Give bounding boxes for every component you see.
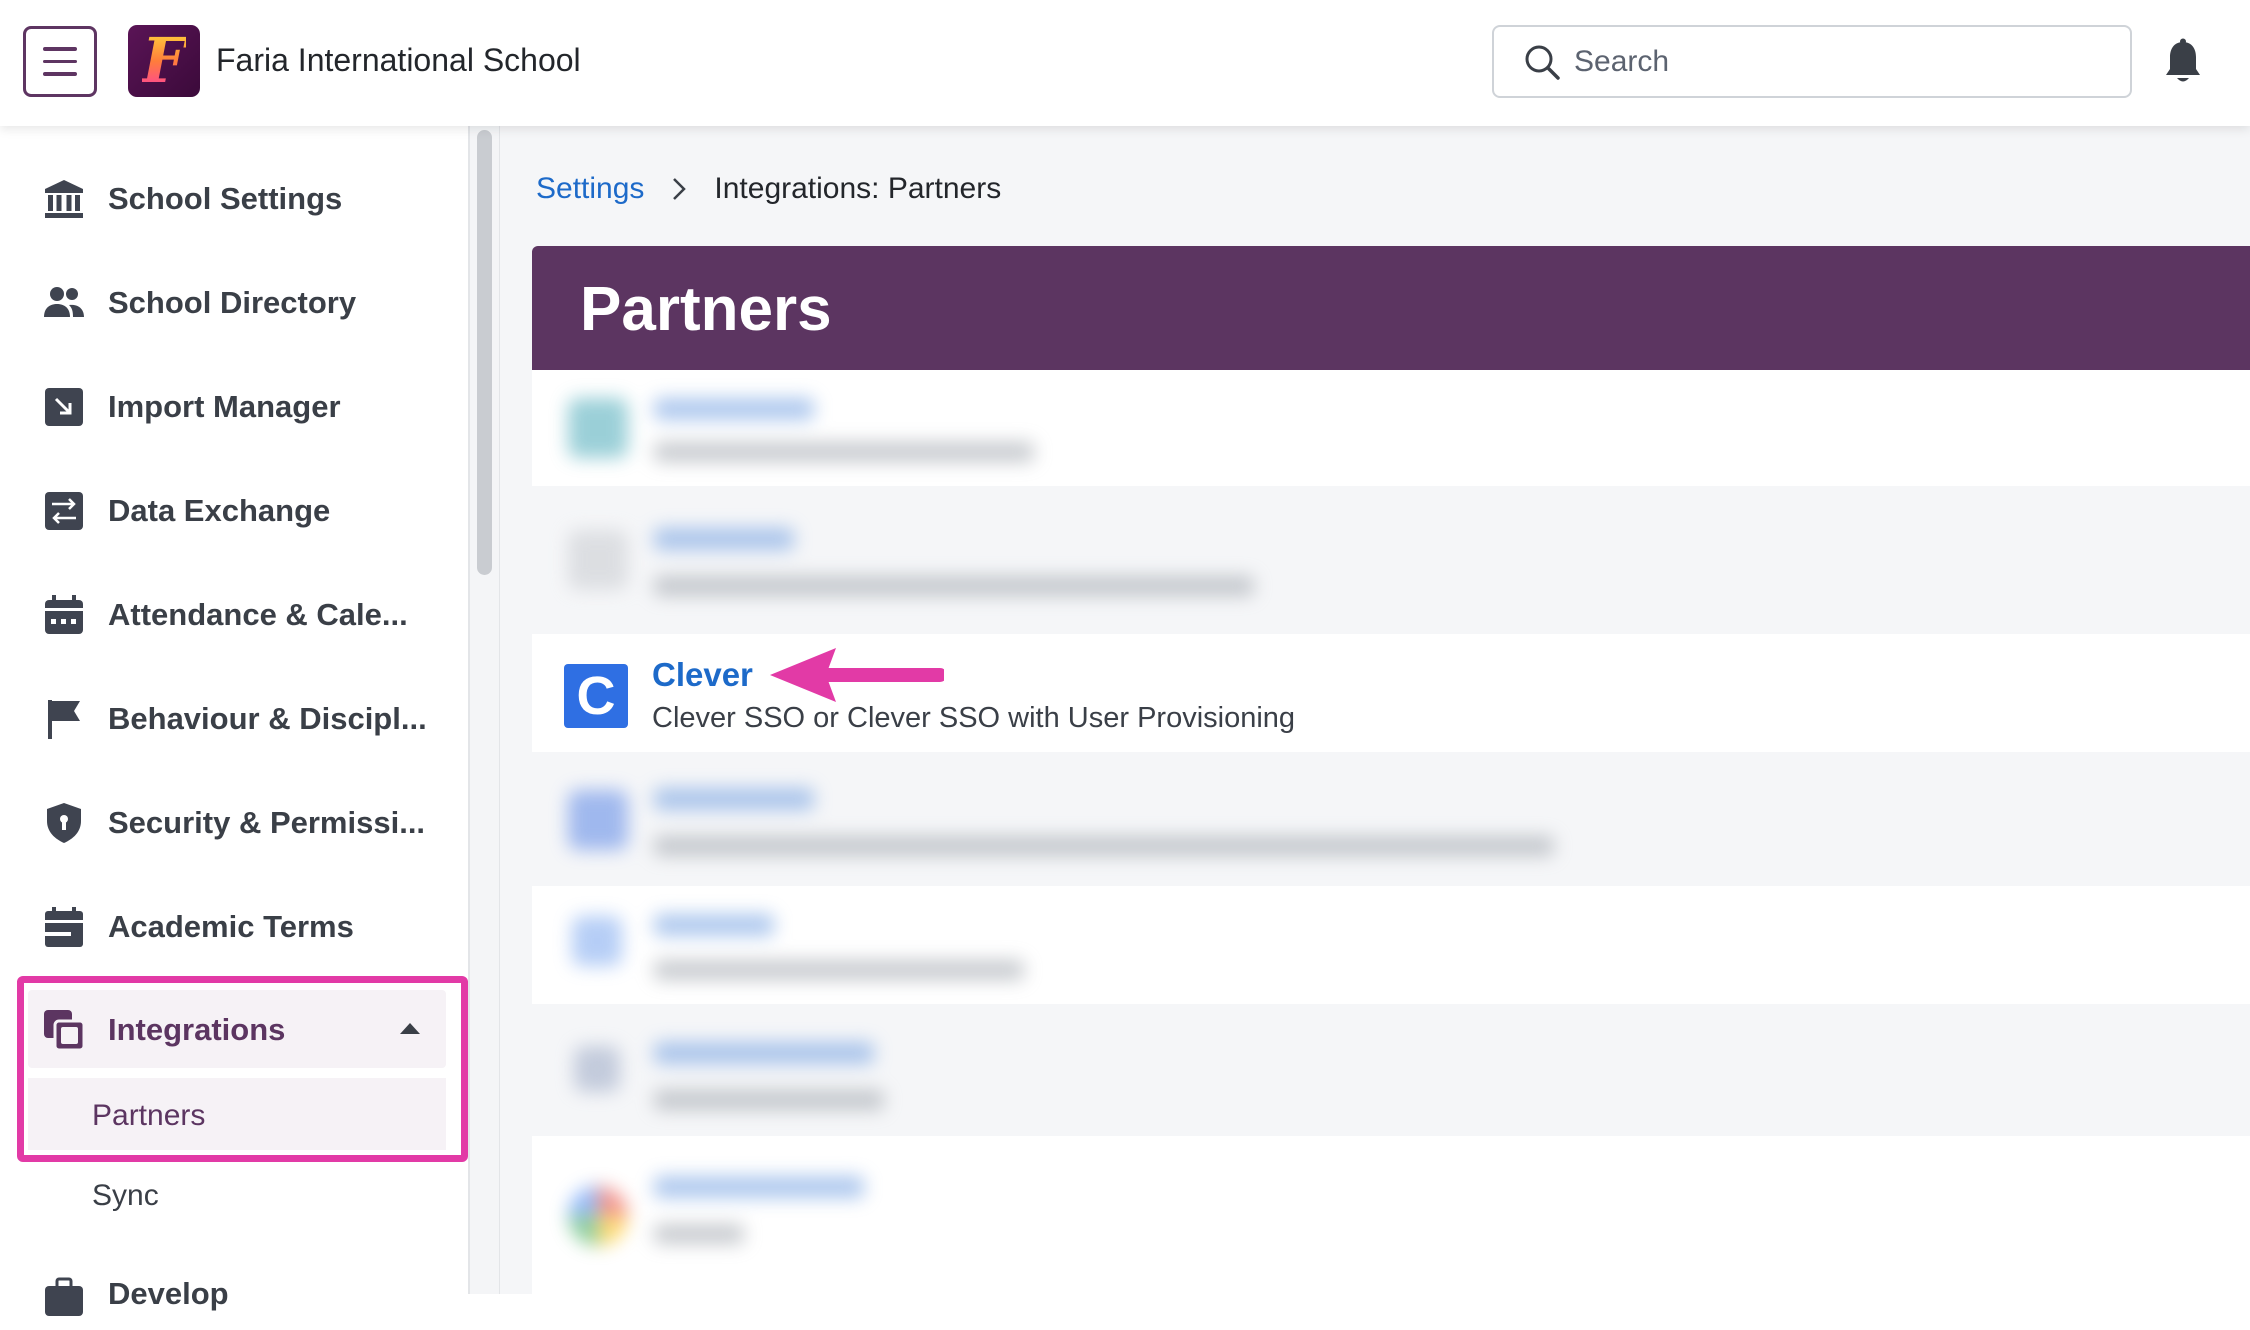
list-item[interactable] [532, 752, 2250, 886]
sidebar-item-attendance-calendar[interactable]: Attendance & Cale... [0, 575, 470, 655]
school-logo[interactable]: F [128, 25, 200, 97]
page-title: Partners [580, 275, 832, 344]
blurred-partner-desc [654, 1090, 884, 1110]
blurred-partner-desc [654, 836, 1554, 856]
blurred-partner-desc [654, 1224, 744, 1244]
hamburger-menu-button[interactable] [23, 26, 97, 97]
blurred-partner-icon [572, 916, 622, 966]
bank-icon [45, 180, 83, 218]
blurred-partner-icon [574, 1046, 620, 1092]
hamburger-icon-line [43, 59, 77, 64]
sidebar-scrollbar-thumb[interactable] [477, 130, 492, 575]
chevron-right-icon [673, 178, 687, 200]
search-input[interactable] [1574, 44, 2094, 79]
blurred-partner-desc [654, 960, 1024, 980]
blurred-partner-name [654, 1176, 864, 1198]
sidebar-item-label: Behaviour & Discipl... [108, 701, 427, 736]
flag-icon [48, 700, 80, 739]
blurred-partner-name [654, 1042, 874, 1064]
sidebar-item-school-directory[interactable]: School Directory [0, 263, 470, 343]
list-item[interactable] [532, 1004, 2250, 1136]
sidebar-item-behaviour-discipline[interactable]: Behaviour & Discipl... [0, 679, 470, 759]
top-bar: F Faria International School [0, 0, 2250, 126]
import-icon [45, 388, 83, 426]
sidebar-item-label: Academic Terms [108, 909, 354, 944]
blurred-partner-icon [568, 1186, 628, 1246]
highlight-annotation-box [17, 976, 468, 1162]
blurred-partner-desc [654, 576, 1254, 596]
logo-letter: F [141, 24, 187, 97]
breadcrumb: Settings Integrations: Partners [536, 172, 1001, 206]
blurred-partner-icon [568, 790, 628, 850]
clever-partner-description: Clever SSO or Clever SSO with User Provi… [652, 702, 1296, 734]
sidebar-item-school-settings[interactable]: School Settings [0, 159, 470, 239]
blurred-partner-desc [654, 442, 1034, 462]
blurred-partner-name [654, 788, 814, 810]
sidebar-item-develop[interactable]: Develop [0, 1250, 470, 1330]
sidebar-item-label: School Directory [108, 285, 357, 320]
calendar-icon [45, 595, 83, 634]
sidebar-item-label: School Settings [108, 181, 343, 216]
sidebar-subitem-sync[interactable]: Sync [92, 1179, 159, 1213]
annotation-arrow [770, 648, 944, 702]
sidebar-item-label: Data Exchange [108, 493, 331, 528]
sidebar-item-academic-terms[interactable]: Academic Terms [0, 887, 470, 967]
clever-partner-link[interactable]: Clever [652, 656, 753, 694]
terms-icon [45, 907, 83, 947]
briefcase-icon [45, 1277, 83, 1316]
sidebar-item-label: Develop [108, 1276, 229, 1311]
blurred-partner-icon [568, 530, 628, 590]
sidebar-item-import-manager[interactable]: Import Manager [0, 367, 470, 447]
school-name: Faria International School [216, 42, 581, 78]
hamburger-icon-line [43, 72, 77, 76]
sidebar-item-security-permissions[interactable]: Security & Permissi... [0, 783, 470, 863]
sidebar-item-label: Import Manager [108, 389, 341, 424]
sidebar-item-data-exchange[interactable]: Data Exchange [0, 471, 470, 551]
list-item[interactable] [532, 886, 2250, 1004]
search-icon [1525, 45, 1560, 80]
blurred-partner-name [654, 398, 814, 420]
list-item[interactable] [532, 486, 2250, 634]
bell-icon[interactable] [2163, 38, 2203, 86]
sidebar-item-label: Attendance & Cale... [108, 597, 408, 632]
breadcrumb-current: Integrations: Partners [714, 172, 1002, 205]
blurred-partner-icon [568, 398, 628, 458]
blurred-partner-name [654, 914, 774, 936]
shield-icon [47, 803, 81, 843]
list-item[interactable] [532, 370, 2250, 486]
sidebar-item-label: Security & Permissi... [108, 805, 426, 840]
hamburger-icon-line [43, 47, 77, 51]
clever-logo-icon: C [564, 664, 628, 728]
clever-logo-letter: C [576, 666, 616, 726]
breadcrumb-settings-link[interactable]: Settings [536, 172, 644, 206]
blurred-partner-name [654, 528, 794, 550]
search-box[interactable] [1492, 25, 2132, 98]
list-item[interactable] [532, 1136, 2250, 1294]
exchange-icon [45, 492, 83, 530]
people-icon [44, 287, 84, 317]
